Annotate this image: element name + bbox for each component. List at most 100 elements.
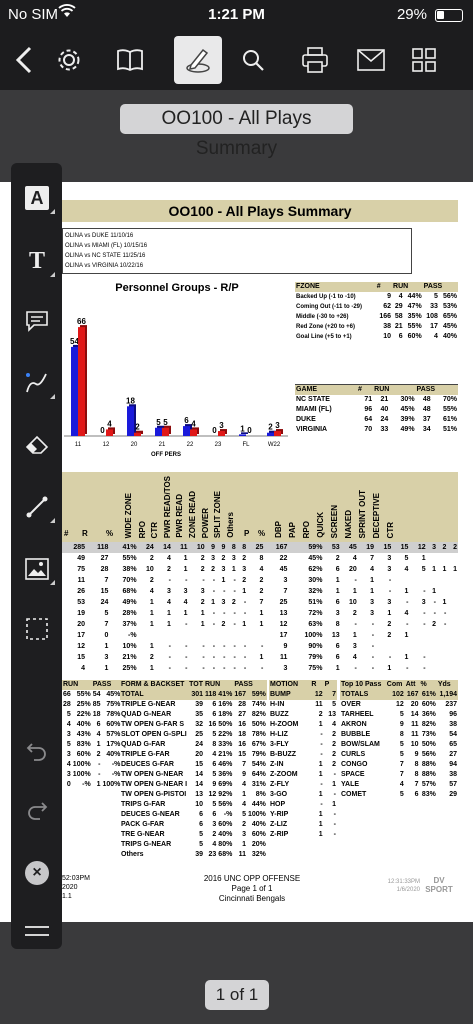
selection-icon[interactable] (17, 609, 57, 649)
table-cell: 61% (442, 416, 457, 423)
table-cell: Z-RIP (270, 831, 289, 838)
table-cell: - (333, 831, 336, 838)
table-cell: 5 (434, 293, 438, 300)
table-cell: 7 (242, 761, 246, 768)
table-cell: DUKE (296, 416, 316, 423)
line-icon[interactable] (17, 487, 57, 527)
table-cell: 4 (370, 565, 375, 573)
table-cell: 4 (404, 609, 409, 617)
table-cell: 49% (400, 426, 415, 433)
table-cell: 1 (259, 653, 264, 661)
table-cell: Middle (-30 to +26) (296, 314, 349, 320)
gear-icon[interactable] (45, 36, 93, 84)
table-cell: 22% (218, 731, 233, 738)
text-tool-icon[interactable]: A (17, 178, 57, 218)
table-cell: 2 (149, 653, 154, 661)
grid-icon[interactable] (400, 36, 448, 84)
table-cell: 1 (318, 791, 323, 798)
report-footer: 52:03PM 2020 1.1 2016 UNC OPP OFFENSE Pa… (62, 872, 458, 912)
column-header: CTR (386, 521, 395, 538)
table-cell: TRIPS G-FAR (121, 801, 166, 808)
table-cell: 17% (106, 741, 121, 748)
grid-header: # R% WIDE ZONE RPO CTR PWR READ/TOS PWR READ ZO… (62, 472, 458, 542)
table-cell: 11 (411, 721, 419, 728)
eraser-icon[interactable] (17, 425, 57, 465)
table-cell: 4 (404, 565, 409, 573)
table-cell: Red Zone (+20 to +6) (296, 324, 356, 330)
column-header: Yds (436, 680, 458, 690)
table-cell: Z-IN (270, 761, 284, 768)
search-icon[interactable] (229, 36, 277, 84)
table-cell: 60% (421, 701, 436, 708)
table-cell: - (98, 761, 101, 768)
undo-icon[interactable] (17, 731, 57, 771)
table-cell: COMET (341, 791, 367, 798)
table-row: 17 0 -% 17 100% 13 1 - 2 1 (62, 630, 458, 641)
table-cell (447, 597, 458, 608)
back-icon[interactable] (0, 36, 48, 84)
table-cell: - (212, 620, 216, 628)
table-cell: 1 (387, 664, 392, 672)
table-cell: - (333, 771, 336, 778)
table-cell: 90% (308, 642, 323, 650)
table-cell: 45% (308, 554, 323, 562)
table-cell: NC STATE (296, 396, 330, 403)
table-cell: 27 (449, 751, 457, 758)
table-header: FORM & BACKSET TOT RUN PASS (120, 680, 267, 690)
table-cell: 3 (200, 587, 205, 595)
table-cell: 4 (66, 721, 71, 728)
table-cell (375, 641, 392, 652)
table-cell: 100% (304, 631, 323, 639)
table-cell (427, 553, 437, 564)
table-cell: 2 (332, 741, 336, 748)
table-cell: 285 (73, 543, 86, 551)
table-cell: 16 (238, 721, 246, 728)
book-icon[interactable] (106, 36, 154, 84)
table-row: 3-FLY - 2 (269, 740, 337, 750)
table-cell: 14 (195, 781, 203, 788)
table-row: Middle (-30 to +26) 166 58 35% 108 65% (295, 312, 458, 322)
table-cell: 301 (191, 691, 203, 698)
pen-icon[interactable] (17, 363, 57, 403)
table-cell: - (223, 653, 226, 661)
table-cell: 39 (195, 701, 203, 708)
table-cell (437, 652, 447, 663)
table-cell: 6 (335, 565, 340, 573)
data-label: 18 (126, 396, 135, 405)
column-header: RUN (62, 680, 92, 690)
table-cell: 102 (392, 691, 404, 698)
table-cell: 1 (96, 741, 101, 748)
table-cell (437, 641, 447, 652)
printer-icon[interactable] (291, 36, 339, 84)
table-cell: - (320, 801, 323, 808)
table-cell: 6 (199, 811, 203, 818)
table-cell: 70% (442, 396, 457, 403)
table-cell: 56% (218, 801, 233, 808)
table-cell: 4 (332, 721, 336, 728)
table-cell: 2 (259, 576, 264, 584)
column-header: GAME (295, 384, 358, 395)
typewriter-icon[interactable]: T (17, 241, 57, 281)
table-cell: 10 (196, 543, 205, 551)
column-header: FZONE (295, 282, 376, 292)
table-row: 49 27 55% 2 4 1 2 3 2 3 2 8 22 45% 2 4 7 3 5 1 (62, 553, 458, 564)
menu-icon[interactable] (17, 911, 57, 951)
table-cell: 1 (335, 587, 340, 595)
table-cell: - (423, 609, 426, 617)
comment-icon[interactable] (17, 301, 57, 341)
pen-icon[interactable] (174, 36, 222, 84)
column-header: DECEPTIVE (372, 492, 381, 538)
image-icon[interactable] (17, 549, 57, 589)
table-cell: 4 (399, 781, 404, 788)
table-cell: 45% (106, 691, 121, 698)
table-row: 4 1 25% 1- - - - - - - -3 75% 1- -1- - (62, 663, 458, 674)
mail-icon[interactable] (347, 36, 395, 84)
table-cell: 75 (77, 565, 86, 573)
table-cell: 10% (122, 642, 137, 650)
table-cell: 25 (279, 598, 288, 606)
table-cell: 38 (383, 323, 392, 330)
close-icon[interactable]: × (17, 853, 57, 893)
table-row: DEUCES G-NEAR 6 6 -% 5 100% (120, 810, 267, 820)
redo-icon[interactable] (17, 790, 57, 830)
column-header: P (244, 529, 250, 538)
